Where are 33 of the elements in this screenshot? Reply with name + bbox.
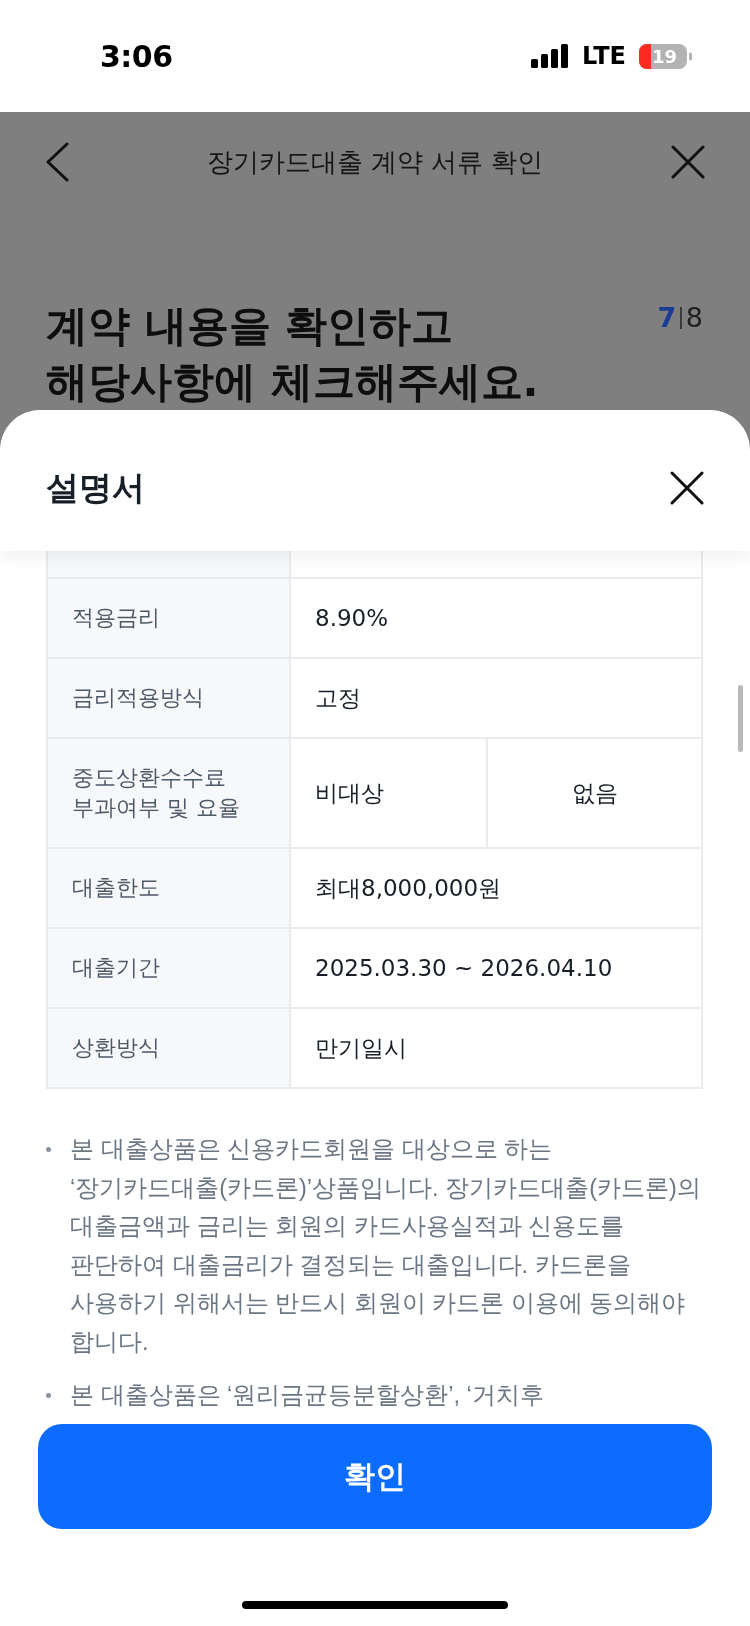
row-label: 대출기간 [48,929,291,1009]
row-label: 대출한도 [48,849,291,929]
confirm-button[interactable]: 확인 [38,1423,712,1529]
signal-icon [530,44,569,68]
note-text: 본 대출상품은 신용카드회원을 대상으로 하는 ‘장기카드대출(카드론)’상품입니다. 장기카드대출(카드론)의 대출금액과 금리는 회원의 카드사용실적과 신용도를 판단하여 대출금리가 결정되는 대출입니다. 카드론을 사용하기 위해서는 반드시 회원이 카드론 이용에 동의해야 합니다. [70,1135,701,1357]
status-time: 3:06 [100,37,173,76]
close-icon [671,145,705,179]
row-value: 고정 [291,659,703,739]
row-value: 2025.03.30 ~ 2026.04.10 [291,929,703,1009]
network-type: LTE [581,41,626,72]
page-heading: 계약 내용을 확인하고 해당사항에 체크해주세요. [46,300,539,408]
step-current: 7 [657,304,677,331]
row-value: 최대8,000,000원 [291,849,703,929]
step-total: 8 [685,304,703,331]
row-label: 적용금리 [48,579,291,659]
row-value: 없음 [488,739,703,849]
bullet-icon [46,1393,51,1398]
bullet-icon [46,1147,51,1152]
close-button[interactable] [670,470,704,505]
header-title: 장기카드대출 계약 서류 확인 [206,145,544,179]
sheet-title: 설명서 [46,466,145,509]
row-value: 만기일시 [291,1009,703,1089]
row-value: 비대상 [291,739,488,849]
row-label: 상환방식 [48,1009,291,1089]
row-label: 금리적용방식 [48,659,291,739]
scrollbar-thumb [738,685,743,752]
close-icon [670,470,704,505]
battery-percentage: 19 [652,47,678,66]
row-value: 8.90% [291,579,703,659]
row-label: 중도상환수수료 부과여부 및 요율 [48,739,291,849]
chevron-left-icon [45,142,69,182]
battery-icon [639,43,692,69]
note-text: 본 대출상품은 ‘원리금균등분할상환’, ‘거치후 [70,1381,544,1410]
